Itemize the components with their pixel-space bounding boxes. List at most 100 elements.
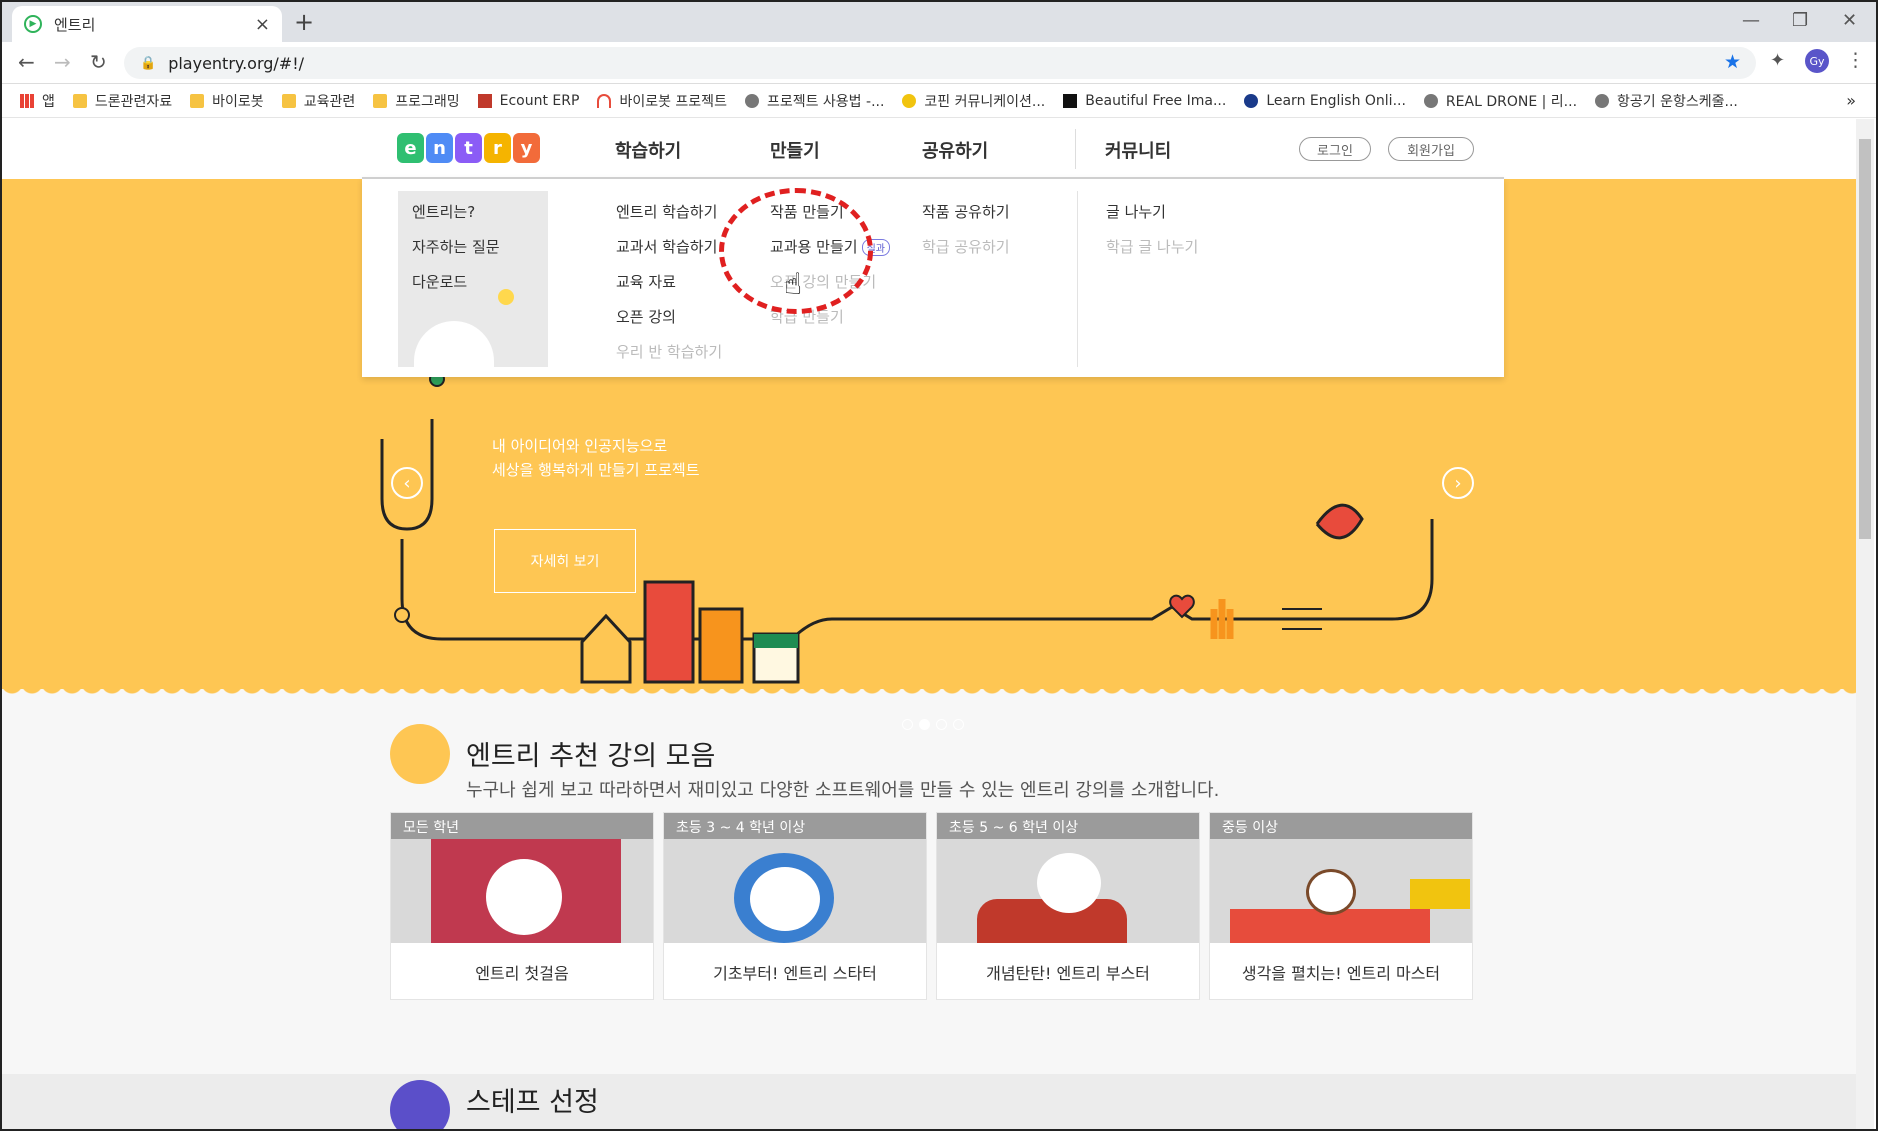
hero-line2: 세상을 행복하게 만들기 프로젝트 [492, 461, 700, 479]
lecture-card[interactable]: 초등 5 ~ 6 학년 이상 개념탄탄! 엔트리 부스터 [936, 812, 1200, 1000]
screenshot-frame: ▶ 엔트리 × + — ❐ ✕ ← → ↻ 🔒 playentry.org/#!… [0, 0, 1878, 1131]
menu-item[interactable]: 교육 자료 [616, 271, 722, 292]
folder-icon [190, 93, 205, 108]
bookmark-folder[interactable]: 교육관련 [281, 91, 356, 111]
entry-logo[interactable]: e n t r y [397, 133, 540, 163]
site-icon [597, 93, 612, 108]
scrollbar[interactable] [1856, 119, 1874, 1129]
reload-icon[interactable]: ↻ [90, 50, 107, 74]
slide-dot[interactable] [902, 719, 913, 730]
slide-dot[interactable] [936, 719, 947, 730]
grade-label: 모든 학년 [391, 813, 653, 839]
bookmark-label: REAL DRONE | 리... [1445, 93, 1578, 110]
learn-menu: 엔트리 학습하기 교과서 학습하기 교육 자료 오픈 강의 우리 반 학습하기 [616, 201, 722, 362]
grade-label: 중등 이상 [1210, 813, 1472, 839]
bookmark-link[interactable]: REAL DRONE | 리... [1423, 91, 1578, 111]
menu-item[interactable]: 다운로드 [412, 271, 500, 292]
page-viewport: 내 아이디어와 인공지능으로 세상을 행복하게 만들기 프로젝트 자세히 보기 … [2, 119, 1860, 1129]
menu-item-disabled[interactable]: 학급 글 나누기 [1106, 236, 1198, 257]
folder-icon [281, 93, 296, 108]
bookmark-link[interactable]: Learn English Onli... [1244, 93, 1406, 109]
bookmark-link[interactable]: 항공기 운항스케줄... [1595, 91, 1738, 111]
menu-divider [1077, 191, 1078, 367]
bookmark-label: 항공기 운항스케줄... [1617, 93, 1738, 110]
bookmark-label: 드론관련자료 [94, 93, 173, 110]
next-section: 스테프 선정 [2, 1074, 1860, 1129]
nav-divider [1075, 129, 1076, 169]
site-header: e n t r y 학습하기 만들기 공유하기 커뮤니티 로그인 회원가입 [2, 119, 1860, 179]
nav-share[interactable]: 공유하기 [922, 137, 988, 163]
menu-item[interactable]: 오픈 강의 [616, 306, 722, 327]
next-section-title: 스테프 선정 [466, 1087, 599, 1118]
menu-item[interactable]: 작품 공유하기 [922, 201, 1010, 222]
back-icon[interactable]: ← [18, 50, 35, 74]
bookmarks-overflow-icon[interactable]: » [1846, 91, 1856, 110]
logo-letter: y [513, 133, 540, 163]
scrollbar-thumb[interactable] [1859, 139, 1871, 539]
forward-icon[interactable]: → [54, 50, 71, 74]
hand-cursor-icon: ☝ [784, 267, 803, 302]
tab-title: 엔트리 [54, 15, 96, 34]
lecture-card[interactable]: 모든 학년 엔트리 첫걸음 [390, 812, 654, 1000]
next-section-icon [390, 1080, 450, 1129]
menu-kebab-icon[interactable]: ⋮ [1846, 49, 1865, 71]
menu-item[interactable]: 엔트리는? [412, 201, 500, 222]
bookmark-label: 교육관련 [303, 93, 356, 110]
hero-prev-icon[interactable]: ‹ [391, 467, 423, 499]
lecture-title: 개념탄탄! 엔트리 부스터 [986, 964, 1150, 983]
login-button[interactable]: 로그인 [1299, 137, 1371, 161]
section-description: 누구나 쉽게 보고 따라하면서 재미있고 다양한 소프트웨어를 만들 수 있는 … [466, 780, 1220, 801]
globe-icon [1423, 93, 1438, 108]
bookmark-link[interactable]: 프로젝트 사용법 -... [744, 91, 884, 111]
site-icon [1063, 93, 1078, 108]
menu-item[interactable]: 엔트리 학습하기 [616, 201, 722, 222]
browser-tabbar: ▶ 엔트리 × + — ❐ ✕ [2, 2, 1876, 42]
nav-community[interactable]: 커뮤니티 [1105, 137, 1171, 163]
share-menu: 작품 공유하기 학급 공유하기 [922, 201, 1010, 257]
signup-button[interactable]: 회원가입 [1388, 137, 1474, 161]
bookmark-link[interactable]: 바이로봇 프로젝트 [597, 91, 727, 111]
menu-item-disabled[interactable]: 학급 공유하기 [922, 236, 1010, 257]
bookmark-label: 바이로봇 [212, 93, 264, 110]
menu-item[interactable]: 교과서 학습하기 [616, 236, 722, 257]
lecture-card[interactable]: 중등 이상 생각을 펼치는! 엔트리 마스터 [1209, 812, 1473, 1000]
community-menu: 글 나누기 학급 글 나누기 [1106, 201, 1198, 257]
bookmark-label: 프로그래밍 [395, 93, 460, 110]
menu-item-disabled[interactable]: 우리 반 학습하기 [616, 341, 722, 362]
close-window-icon[interactable]: ✕ [1842, 10, 1857, 31]
nav-learn[interactable]: 학습하기 [615, 137, 681, 163]
address-bar[interactable]: 🔒 playentry.org/#!/ [124, 47, 1756, 79]
extensions-icon[interactable]: ✦ [1770, 50, 1785, 71]
bookmark-label: Beautiful Free Ima... [1085, 92, 1227, 109]
lecture-title: 생각을 펼치는! 엔트리 마스터 [1241, 964, 1441, 983]
slide-dot[interactable] [953, 719, 964, 730]
slide-indicator [902, 719, 964, 730]
browser-tab[interactable]: ▶ 엔트리 × [12, 6, 282, 42]
restore-icon[interactable]: ❐ [1792, 10, 1808, 31]
menu-item[interactable]: 글 나누기 [1106, 201, 1198, 222]
menu-item[interactable]: 자주하는 질문 [412, 236, 500, 257]
hero-detail-button[interactable]: 자세히 보기 [494, 529, 636, 593]
bookmark-star-icon[interactable]: ★ [1724, 51, 1741, 73]
minimize-icon[interactable]: — [1742, 10, 1760, 31]
bookmark-label: Ecount ERP [499, 92, 580, 109]
bookmark-link[interactable]: Beautiful Free Ima... [1063, 93, 1226, 109]
hero-next-icon[interactable]: › [1442, 467, 1474, 499]
bookmark-folder[interactable]: 바이로봇 [190, 91, 264, 111]
bookmark-link[interactable]: 코핀 커뮤니케이션... [902, 91, 1045, 111]
close-tab-icon[interactable]: × [255, 14, 270, 35]
bookmark-link[interactable]: Ecount ERP [477, 92, 580, 109]
bookmark-apps[interactable]: 앱 [20, 91, 55, 111]
bookmark-folder[interactable]: 프로그래밍 [373, 91, 460, 111]
nav-make[interactable]: 만들기 [770, 137, 820, 163]
about-menu: 엔트리는? 자주하는 질문 다운로드 [412, 201, 500, 292]
slide-dot-active[interactable] [919, 719, 930, 730]
lightbulb-icon [498, 289, 514, 305]
globe-icon [1595, 93, 1610, 108]
profile-avatar[interactable]: Gy [1805, 49, 1829, 73]
new-tab-icon[interactable]: + [294, 8, 314, 36]
bookmark-folder[interactable]: 드론관련자료 [72, 91, 173, 111]
site-icon [1244, 93, 1259, 108]
entry-favicon-icon: ▶ [24, 15, 42, 33]
lecture-card[interactable]: 초등 3 ~ 4 학년 이상 기초부터! 엔트리 스타터 [663, 812, 927, 1000]
